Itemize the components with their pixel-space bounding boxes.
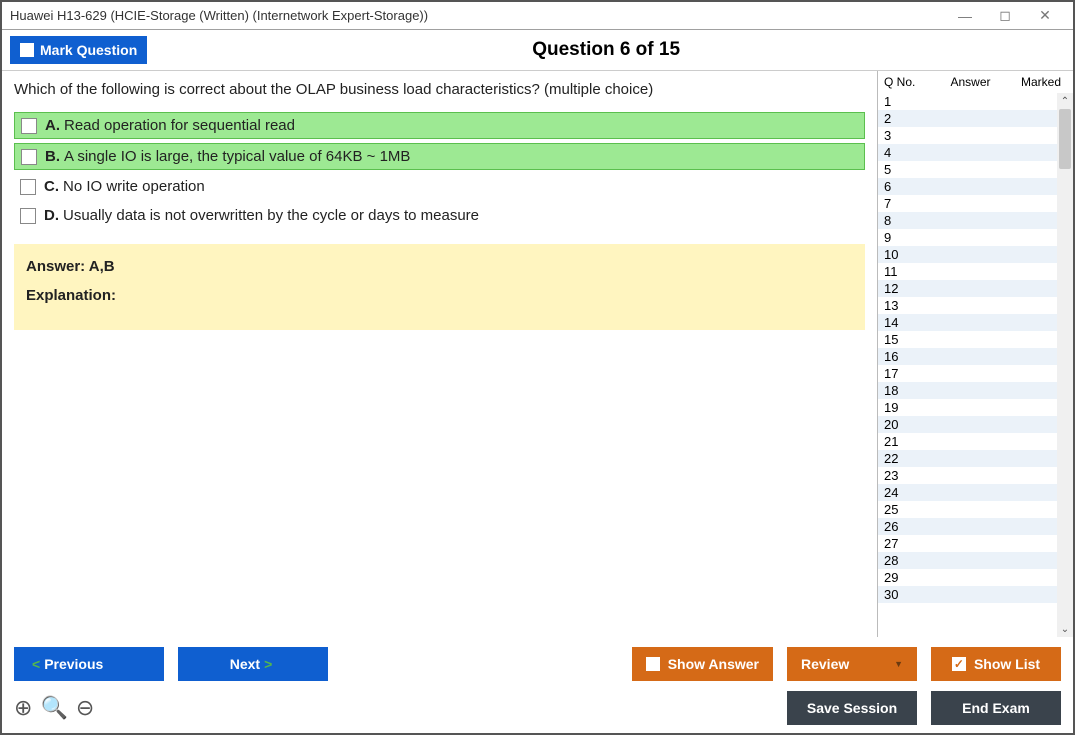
- qlist-row[interactable]: 27: [878, 535, 1073, 552]
- option-letter: C.: [44, 178, 59, 195]
- qlist-row[interactable]: 16: [878, 348, 1073, 365]
- qlist-row[interactable]: 25: [878, 501, 1073, 518]
- previous-button[interactable]: < Previous: [14, 647, 164, 681]
- qlist-row[interactable]: 2: [878, 110, 1073, 127]
- qlist-row[interactable]: 3: [878, 127, 1073, 144]
- checked-checkbox-icon: ✓: [952, 657, 966, 671]
- show-answer-button[interactable]: Show Answer: [632, 647, 773, 681]
- qlist-row[interactable]: 23: [878, 467, 1073, 484]
- option-text: A single IO is large, the typical value …: [64, 148, 410, 165]
- mark-checkbox-icon: [20, 43, 34, 57]
- answer-panel: Answer: A,B Explanation:: [14, 244, 865, 330]
- qlist-row[interactable]: 26: [878, 518, 1073, 535]
- option-row[interactable]: C.No IO write operation: [14, 174, 865, 199]
- qlist-row[interactable]: 6: [878, 178, 1073, 195]
- qlist-row[interactable]: 14: [878, 314, 1073, 331]
- qlist-row[interactable]: 5: [878, 161, 1073, 178]
- chevron-down-icon: ▼: [894, 659, 903, 669]
- option-text: No IO write operation: [63, 178, 205, 195]
- minimize-button[interactable]: —: [945, 4, 985, 28]
- question-list-panel: Q No. Answer Marked 12345678910111213141…: [877, 71, 1073, 637]
- zoom-controls: ⊕ 🔍 ⊖: [14, 695, 94, 721]
- qlist-row[interactable]: 12: [878, 280, 1073, 297]
- explanation-label: Explanation:: [26, 287, 853, 304]
- question-area: Which of the following is correct about …: [2, 71, 877, 637]
- qlist-row[interactable]: 20: [878, 416, 1073, 433]
- next-button[interactable]: Next >: [178, 647, 328, 681]
- option-letter: A.: [45, 117, 60, 134]
- qlist-row[interactable]: 8: [878, 212, 1073, 229]
- qlist-row[interactable]: 22: [878, 450, 1073, 467]
- chevron-left-icon: <: [32, 656, 40, 672]
- qlist-row[interactable]: 29: [878, 569, 1073, 586]
- option-letter: B.: [45, 148, 60, 165]
- qlist-row[interactable]: 21: [878, 433, 1073, 450]
- answer-label: Answer: A,B: [26, 258, 853, 275]
- question-text: Which of the following is correct about …: [14, 81, 865, 98]
- title-bar: Huawei H13-629 (HCIE-Storage (Written) (…: [2, 2, 1073, 30]
- zoom-reset-icon[interactable]: ⊕: [14, 695, 32, 721]
- scrollbar[interactable]: ⌃ ⌄: [1057, 93, 1073, 637]
- window-title: Huawei H13-629 (HCIE-Storage (Written) (…: [10, 8, 945, 23]
- checkbox-icon: [646, 657, 660, 671]
- qlist-row[interactable]: 30: [878, 586, 1073, 603]
- top-bar: Mark Question Question 6 of 15: [2, 30, 1073, 71]
- qlist-row[interactable]: 17: [878, 365, 1073, 382]
- option-row[interactable]: A.Read operation for sequential read: [14, 112, 865, 139]
- option-text: Read operation for sequential read: [64, 117, 295, 134]
- scroll-up-icon[interactable]: ⌃: [1057, 93, 1073, 109]
- maximize-button[interactable]: ◻: [985, 4, 1025, 28]
- qlist-row[interactable]: 11: [878, 263, 1073, 280]
- qlist-row[interactable]: 4: [878, 144, 1073, 161]
- qlist-row[interactable]: 10: [878, 246, 1073, 263]
- save-session-button[interactable]: Save Session: [787, 691, 917, 725]
- option-letter: D.: [44, 207, 59, 224]
- option-row[interactable]: D.Usually data is not overwritten by the…: [14, 203, 865, 228]
- end-exam-button[interactable]: End Exam: [931, 691, 1061, 725]
- question-counter: Question 6 of 15: [147, 39, 1065, 61]
- qlist-row[interactable]: 13: [878, 297, 1073, 314]
- scroll-thumb[interactable]: [1059, 109, 1071, 169]
- qlist-row[interactable]: 9: [878, 229, 1073, 246]
- qlist-row[interactable]: 24: [878, 484, 1073, 501]
- qlist-row[interactable]: 7: [878, 195, 1073, 212]
- option-checkbox[interactable]: [21, 149, 37, 165]
- options-list: A.Read operation for sequential readB.A …: [14, 112, 865, 228]
- option-checkbox[interactable]: [20, 179, 36, 195]
- option-checkbox[interactable]: [20, 208, 36, 224]
- zoom-in-icon[interactable]: 🔍: [40, 695, 67, 721]
- qlist-row[interactable]: 19: [878, 399, 1073, 416]
- show-list-button[interactable]: ✓ Show List: [931, 647, 1061, 681]
- qlist-row[interactable]: 18: [878, 382, 1073, 399]
- app-window: Huawei H13-629 (HCIE-Storage (Written) (…: [0, 0, 1075, 735]
- qlist-header: Q No. Answer Marked: [878, 71, 1073, 93]
- zoom-out-icon[interactable]: ⊖: [76, 695, 94, 721]
- qlist-body: 1234567891011121314151617181920212223242…: [878, 93, 1073, 637]
- scroll-down-icon[interactable]: ⌄: [1057, 621, 1073, 637]
- qlist-row[interactable]: 15: [878, 331, 1073, 348]
- chevron-right-icon: >: [264, 656, 272, 672]
- mark-question-button[interactable]: Mark Question: [10, 36, 147, 64]
- option-text: Usually data is not overwritten by the c…: [63, 207, 479, 224]
- review-dropdown[interactable]: Review ▼: [787, 647, 917, 681]
- qlist-row[interactable]: 1: [878, 93, 1073, 110]
- qlist-row[interactable]: 28: [878, 552, 1073, 569]
- option-row[interactable]: B.A single IO is large, the typical valu…: [14, 143, 865, 170]
- option-checkbox[interactable]: [21, 118, 37, 134]
- footer: < Previous Next > Show Answer Review ▼ ✓…: [2, 637, 1073, 733]
- close-button[interactable]: ✕: [1025, 4, 1065, 28]
